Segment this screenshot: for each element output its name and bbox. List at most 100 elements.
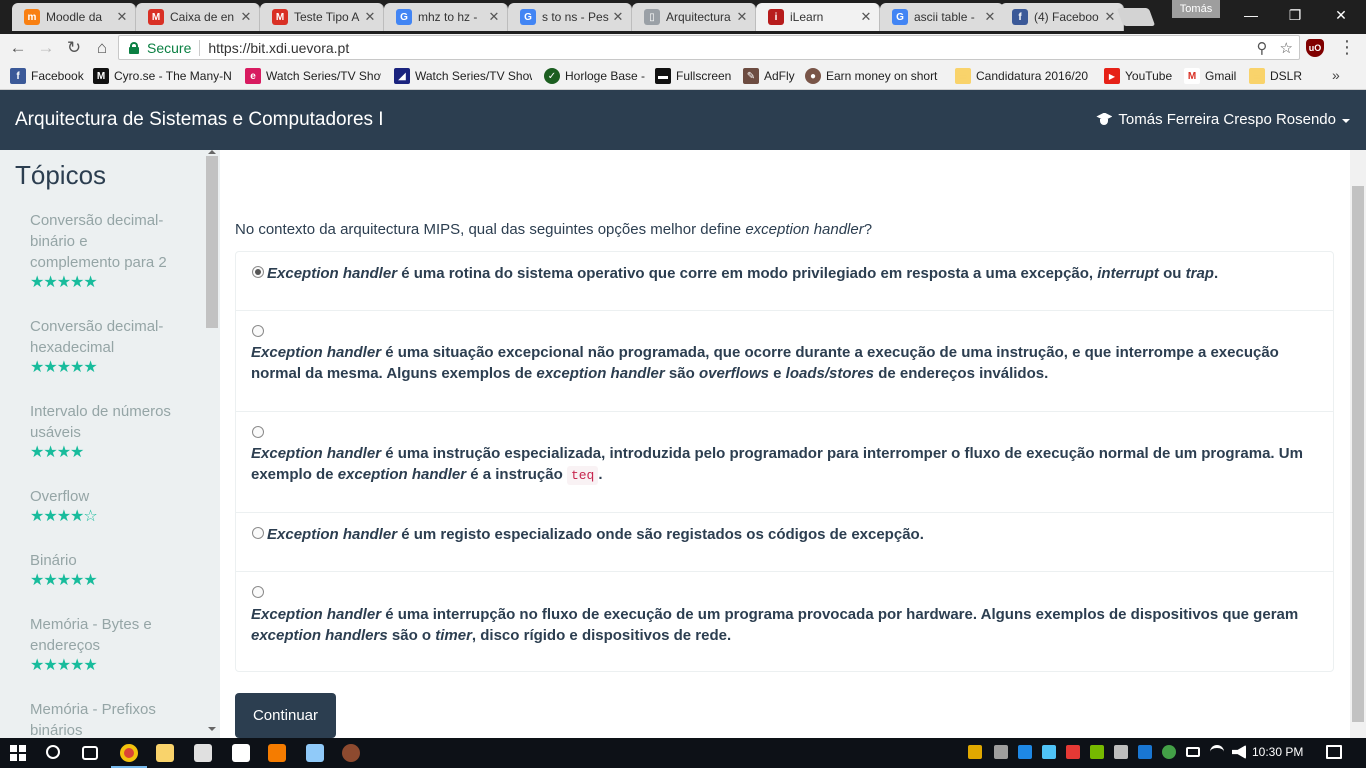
sidebar-topic[interactable]: Conversão decimal-binário e complemento …	[30, 210, 180, 292]
page-scroll-thumb[interactable]	[1352, 186, 1364, 722]
reload-icon[interactable]: ↻	[62, 36, 86, 60]
printer-icon[interactable]	[1114, 745, 1128, 759]
answer-option[interactable]: Exception handler é uma rotina do sistem…	[236, 252, 1333, 311]
window-close-icon[interactable]: ✕	[1318, 0, 1364, 30]
more-bookmarks-icon[interactable]: »	[1332, 67, 1340, 83]
taskbar-clock[interactable]: 10:30 PM	[1252, 745, 1303, 759]
close-tab-icon[interactable]: ✕	[611, 9, 625, 25]
key-icon[interactable]: ⚲	[1257, 39, 1268, 57]
close-tab-icon[interactable]: ✕	[1103, 9, 1117, 25]
scroll-down-icon[interactable]	[208, 727, 216, 731]
close-tab-icon[interactable]: ✕	[115, 9, 129, 25]
user-name: Tomás Ferreira Crespo Rosendo	[1118, 111, 1336, 128]
bookmark-item[interactable]: ▭ Candidatura 2016/20	[955, 67, 1093, 85]
sidebar-topic[interactable]: Memória - Bytes e endereços ★★★★★	[30, 614, 180, 675]
answer-option[interactable]: Exception handler é uma situação excepci…	[236, 311, 1333, 412]
address-bar[interactable]: Secure https://bit.xdi.uevora.pt ⚲ ☆	[118, 35, 1300, 60]
answer-radio[interactable]	[252, 426, 264, 438]
folder-icon: ▭	[955, 68, 971, 84]
close-tab-icon[interactable]: ✕	[983, 9, 997, 25]
tray-icon[interactable]	[1042, 745, 1056, 759]
continue-button[interactable]: Continuar	[235, 693, 336, 738]
tray-icon[interactable]	[968, 745, 982, 759]
browser-tab[interactable]: G s to ns - Pes ✕	[508, 3, 632, 31]
close-tab-icon[interactable]: ✕	[735, 9, 749, 25]
bookmark-item[interactable]: ✓ Horloge Base -	[544, 67, 646, 85]
new-tab-button[interactable]	[1116, 8, 1156, 26]
forward-arrow-icon[interactable]: →	[34, 36, 58, 60]
browser-menu-icon[interactable]: ⋮	[1338, 37, 1356, 57]
bookmark-item[interactable]: e Watch Series/TV Show	[245, 67, 381, 85]
browser-tab[interactable]: M Caixa de en ✕	[136, 3, 260, 31]
answer-radio[interactable]	[252, 266, 264, 278]
game-icon[interactable]	[342, 744, 360, 762]
tray-icon[interactable]	[1162, 745, 1176, 759]
browser-tab[interactable]: G ascii table - ✕	[880, 3, 1004, 31]
topic-label: Intervalo de números usáveis	[30, 403, 171, 441]
bookmark-item[interactable]: ▭ DSLR	[1249, 67, 1303, 85]
sidebar-topic[interactable]: Binário ★★★★★	[30, 550, 180, 590]
mail-icon[interactable]	[232, 744, 250, 762]
answer-option[interactable]: Exception handler é um registo especiali…	[236, 513, 1333, 572]
search-icon[interactable]	[46, 745, 60, 759]
bookmark-item[interactable]: ▶ YouTube	[1104, 67, 1176, 85]
close-tab-icon[interactable]: ✕	[859, 9, 873, 25]
sidebar-topic[interactable]: Intervalo de números usáveis ★★★★	[30, 401, 180, 462]
sidebar-topic[interactable]: Conversão decimal-hexadecimal ★★★★★	[30, 316, 180, 377]
back-arrow-icon[interactable]: ←	[6, 36, 30, 60]
answer-option[interactable]: Exception handler é uma interrupção no f…	[236, 572, 1333, 671]
minimize-icon[interactable]: —	[1228, 0, 1274, 30]
bookmark-item[interactable]: ▬ Fullscreen	[655, 67, 735, 85]
file-explorer-icon[interactable]	[156, 744, 174, 762]
dropbox-icon[interactable]	[1018, 745, 1032, 759]
bookmark-item[interactable]: ◢ Watch Series/TV Show	[394, 67, 532, 85]
bookmark-item[interactable]: M Cyro.se - The Many-N	[93, 67, 235, 85]
answer-text: Exception handler é uma interrupção no f…	[251, 606, 1299, 644]
answer-option[interactable]: Exception handler é uma instrução especi…	[236, 412, 1333, 513]
tray-icon[interactable]	[1066, 745, 1080, 759]
ublock-extension-icon[interactable]: uO	[1306, 39, 1324, 57]
task-view-icon[interactable]	[82, 746, 98, 760]
rating-stars-icon: ★★★★☆	[30, 508, 98, 525]
windows-start-icon[interactable]	[10, 745, 26, 761]
scroll-up-icon[interactable]	[208, 150, 216, 154]
close-tab-icon[interactable]: ✕	[239, 9, 253, 25]
chrome-icon[interactable]	[120, 744, 138, 762]
sidebar-topic[interactable]: Memória - Prefixos binários	[30, 699, 180, 738]
user-menu[interactable]: Tomás Ferreira Crespo Rosendo	[1095, 111, 1350, 128]
store-icon[interactable]	[194, 744, 212, 762]
wifi-icon[interactable]	[1210, 745, 1224, 759]
battery-icon[interactable]	[1186, 747, 1200, 757]
bookmark-item[interactable]: ✎ AdFly	[743, 67, 799, 85]
bluetooth-icon[interactable]	[1138, 745, 1152, 759]
notepad-icon[interactable]	[306, 744, 324, 762]
browser-tab[interactable]: G mhz to hz - ✕	[384, 3, 508, 31]
volume-icon[interactable]	[1232, 745, 1246, 759]
bookmark-item[interactable]: M Gmail	[1184, 67, 1240, 85]
url-text[interactable]: https://bit.xdi.uevora.pt	[208, 40, 349, 56]
answer-radio[interactable]	[252, 325, 264, 337]
sidebar-topic[interactable]: Overflow ★★★★☆	[30, 486, 180, 526]
close-tab-icon[interactable]: ✕	[363, 9, 377, 25]
sidebar-heading: Tópicos	[15, 160, 107, 190]
profile-button[interactable]: Tomás	[1172, 0, 1220, 18]
answer-radio[interactable]	[252, 527, 264, 539]
answer-radio[interactable]	[252, 586, 264, 598]
course-title[interactable]: Arquitectura de Sistemas e Computadores …	[15, 109, 384, 131]
restore-icon[interactable]: ❐	[1272, 0, 1318, 30]
bookmark-star-icon[interactable]: ☆	[1280, 39, 1293, 57]
close-tab-icon[interactable]: ✕	[487, 9, 501, 25]
browser-tab[interactable]: f (4) Faceboo ✕	[1000, 3, 1124, 31]
browser-tab[interactable]: M Teste Tipo A ✕	[260, 3, 384, 31]
browser-tab[interactable]: m Moodle da ✕	[12, 3, 136, 31]
bookmark-item[interactable]: ● Earn money on short l	[805, 67, 941, 85]
notifications-icon[interactable]	[1326, 745, 1342, 759]
sidebar-scroll-thumb[interactable]	[206, 156, 218, 328]
browser-tab-active[interactable]: i iLearn ✕	[756, 3, 880, 31]
home-icon[interactable]: ⌂	[90, 36, 114, 60]
app-icon[interactable]	[268, 744, 286, 762]
bookmark-item[interactable]: f Facebook	[10, 67, 88, 85]
tray-icon[interactable]	[994, 745, 1008, 759]
nvidia-icon[interactable]	[1090, 745, 1104, 759]
browser-tab[interactable]: ▯ Arquitectura ✕	[632, 3, 756, 31]
